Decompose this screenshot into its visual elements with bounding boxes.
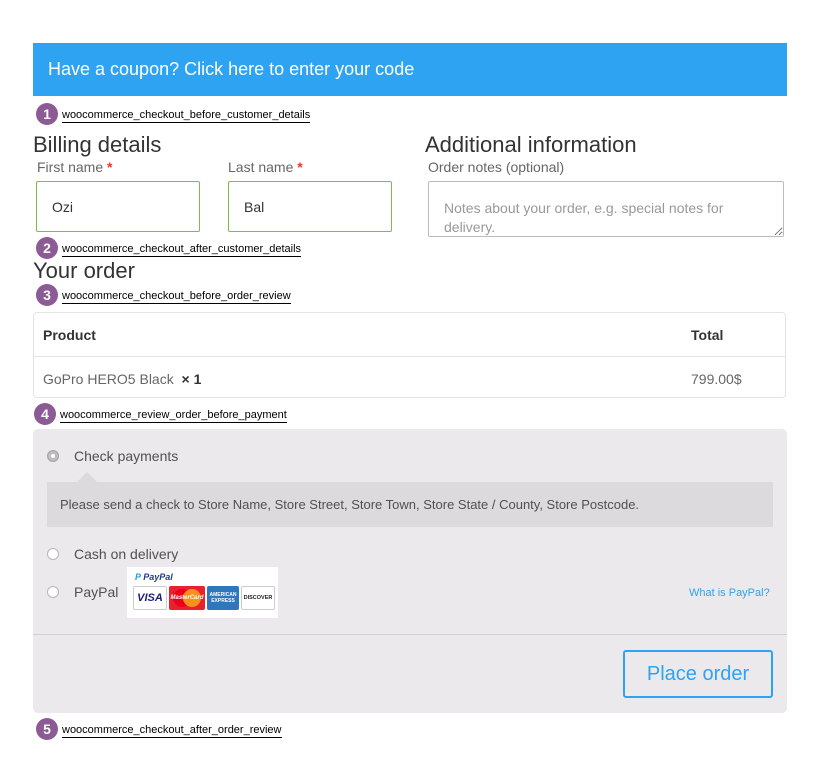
discover-card-icon: DISCOVER — [241, 586, 275, 610]
hook-annotation-4: 4 woocommerce_review_order_before_paymen… — [34, 403, 287, 425]
order-review-table: Product Total GoPro HERO5 Black × 1 799.… — [33, 312, 786, 398]
mastercard-text: MasterCard — [170, 595, 204, 601]
first-name-label: First name * — [37, 159, 112, 175]
your-order-heading: Your order — [33, 258, 135, 283]
coupon-notice[interactable]: Have a coupon? Click here to enter your … — [33, 43, 787, 96]
order-notes-label: Order notes (optional) — [428, 159, 565, 175]
hook-number-badge: 4 — [34, 403, 56, 425]
paypal-acceptance-mark: P PayPal VISA MasterCard AMERICAN EXPRES… — [127, 567, 278, 618]
cash-on-delivery-radio[interactable] — [47, 548, 59, 560]
additional-information-heading: Additional information — [425, 132, 637, 157]
first-name-label-text: First name — [37, 159, 104, 175]
cash-on-delivery-label[interactable]: Cash on delivery — [74, 546, 178, 562]
payment-divider — [33, 634, 787, 635]
what-is-paypal-link[interactable]: What is PayPal? — [689, 587, 770, 599]
hook-name: woocommerce_checkout_before_customer_det… — [62, 109, 311, 123]
order-notes-textarea[interactable] — [428, 181, 784, 237]
hook-annotation-1: 1 woocommerce_checkout_before_customer_d… — [36, 103, 311, 125]
payment-methods-panel: Check payments Please send a check to St… — [33, 429, 787, 713]
hook-name: woocommerce_checkout_after_customer_deta… — [62, 243, 302, 257]
product-cell: GoPro HERO5 Black × 1 — [43, 371, 201, 387]
first-name-input[interactable] — [36, 181, 200, 232]
hook-number-badge: 1 — [36, 103, 58, 125]
hook-number-badge: 3 — [36, 284, 58, 306]
paypal-radio[interactable] — [47, 586, 59, 598]
discover-text: DISCOVER — [243, 595, 273, 601]
paypal-logo-icon: P PayPal — [135, 572, 173, 582]
place-order-button[interactable]: Place order — [623, 650, 773, 698]
table-header-row: Product Total — [34, 313, 785, 357]
billing-details-heading: Billing details — [33, 132, 162, 157]
product-quantity: × 1 — [181, 370, 202, 387]
last-name-label: Last name * — [228, 159, 303, 175]
amex-text: AMERICAN EXPRESS — [209, 592, 237, 604]
required-mark: * — [297, 159, 303, 175]
table-row: GoPro HERO5 Black × 1 799.00$ — [34, 357, 785, 400]
check-payments-description: Please send a check to Store Name, Store… — [47, 472, 773, 527]
visa-card-icon: VISA — [133, 586, 167, 610]
hook-annotation-2: 2 woocommerce_checkout_after_customer_de… — [36, 237, 302, 259]
mastercard-card-icon: MasterCard — [169, 586, 205, 610]
column-header-total: Total — [691, 326, 724, 343]
check-payments-label[interactable]: Check payments — [74, 448, 178, 464]
hook-name: woocommerce_checkout_after_order_review — [62, 724, 282, 738]
paypal-logo-text: PayPal — [143, 572, 173, 582]
american-express-card-icon: AMERICAN EXPRESS — [207, 586, 239, 610]
hook-number-badge: 5 — [36, 718, 58, 740]
required-mark: * — [107, 159, 113, 175]
line-total: 799.00$ — [691, 370, 742, 387]
column-header-product: Product — [43, 326, 96, 343]
last-name-label-text: Last name — [228, 159, 294, 175]
last-name-input[interactable] — [228, 181, 392, 232]
hook-annotation-3: 3 woocommerce_checkout_before_order_revi… — [36, 284, 291, 306]
check-payments-radio[interactable] — [47, 450, 59, 462]
paypal-label[interactable]: PayPal — [74, 584, 118, 600]
hook-name: woocommerce_checkout_before_order_review — [62, 290, 291, 304]
hook-number-badge: 2 — [36, 237, 58, 259]
hook-name: woocommerce_review_order_before_payment — [60, 409, 287, 423]
product-name: GoPro HERO5 Black — [43, 370, 174, 387]
hook-annotation-5: 5 woocommerce_checkout_after_order_revie… — [36, 718, 282, 740]
